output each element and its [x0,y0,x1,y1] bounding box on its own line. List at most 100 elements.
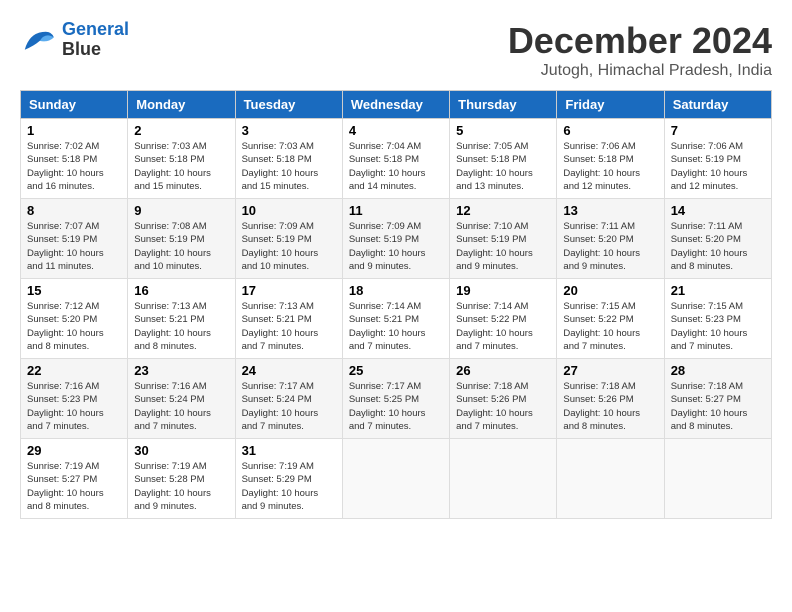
weekday-header: Saturday [664,91,771,119]
day-number: 19 [456,283,550,298]
day-number: 26 [456,363,550,378]
calendar-cell: 25 Sunrise: 7:17 AM Sunset: 5:25 PM Dayli… [342,359,449,439]
location: Jutogh, Himachal Pradesh, India [508,62,772,80]
day-number: 24 [242,363,336,378]
day-info: Sunrise: 7:18 AM Sunset: 5:27 PM Dayligh… [671,380,765,433]
day-number: 14 [671,203,765,218]
day-number: 1 [27,123,121,138]
day-number: 6 [563,123,657,138]
calendar-cell [450,439,557,519]
day-info: Sunrise: 7:03 AM Sunset: 5:18 PM Dayligh… [242,140,336,193]
calendar-cell: 19 Sunrise: 7:14 AM Sunset: 5:22 PM Dayli… [450,279,557,359]
calendar-cell: 4Sunrise: 7:04 AM Sunset: 5:18 PM Daylig… [342,119,449,199]
logo: General Blue [20,20,129,60]
day-info: Sunrise: 7:14 AM Sunset: 5:21 PM Dayligh… [349,300,443,353]
calendar-week-row: 1 Sunrise: 7:02 AM Sunset: 5:18 PM Daylig… [21,119,772,199]
day-info: Sunrise: 7:17 AM Sunset: 5:25 PM Dayligh… [349,380,443,433]
day-info: Sunrise: 7:09 AM Sunset: 5:19 PM Dayligh… [349,220,443,273]
day-info: Sunrise: 7:13 AM Sunset: 5:21 PM Dayligh… [242,300,336,353]
day-number: 22 [27,363,121,378]
calendar-cell: 6 Sunrise: 7:06 AM Sunset: 5:18 PM Daylig… [557,119,664,199]
day-info: Sunrise: 7:15 AM Sunset: 5:23 PM Dayligh… [671,300,765,353]
day-number: 25 [349,363,443,378]
calendar-header-row: SundayMondayTuesdayWednesdayThursdayFrid… [21,91,772,119]
day-number: 12 [456,203,550,218]
day-info: Sunrise: 7:10 AM Sunset: 5:19 PM Dayligh… [456,220,550,273]
day-info: Sunrise: 7:05 AM Sunset: 5:18 PM Dayligh… [456,140,550,193]
month-title: December 2024 [508,20,772,62]
day-number: 2 [134,123,228,138]
calendar-cell: 14 Sunrise: 7:11 AM Sunset: 5:20 PM Dayli… [664,199,771,279]
day-number: 8 [27,203,121,218]
calendar-week-row: 8 Sunrise: 7:07 AM Sunset: 5:19 PM Daylig… [21,199,772,279]
day-number: 9 [134,203,228,218]
day-info: Sunrise: 7:13 AM Sunset: 5:21 PM Dayligh… [134,300,228,353]
calendar-cell: 27Sunrise: 7:18 AM Sunset: 5:26 PM Dayli… [557,359,664,439]
calendar-cell [342,439,449,519]
calendar-cell: 31 Sunrise: 7:19 AM Sunset: 5:29 PM Dayli… [235,439,342,519]
day-number: 28 [671,363,765,378]
day-info: Sunrise: 7:11 AM Sunset: 5:20 PM Dayligh… [563,220,657,273]
calendar-cell: 29Sunrise: 7:19 AM Sunset: 5:27 PM Dayli… [21,439,128,519]
calendar-cell: 17 Sunrise: 7:13 AM Sunset: 5:21 PM Dayli… [235,279,342,359]
day-info: Sunrise: 7:17 AM Sunset: 5:24 PM Dayligh… [242,380,336,433]
day-info: Sunrise: 7:03 AM Sunset: 5:18 PM Dayligh… [134,140,228,193]
weekday-header: Monday [128,91,235,119]
day-number: 18 [349,283,443,298]
calendar-cell: 18 Sunrise: 7:14 AM Sunset: 5:21 PM Dayli… [342,279,449,359]
day-number: 31 [242,443,336,458]
calendar-cell [557,439,664,519]
day-number: 21 [671,283,765,298]
day-info: Sunrise: 7:08 AM Sunset: 5:19 PM Dayligh… [134,220,228,273]
calendar-cell: 15 Sunrise: 7:12 AM Sunset: 5:20 PM Dayli… [21,279,128,359]
day-info: Sunrise: 7:18 AM Sunset: 5:26 PM Dayligh… [456,380,550,433]
day-info: Sunrise: 7:16 AM Sunset: 5:24 PM Dayligh… [134,380,228,433]
day-info: Sunrise: 7:19 AM Sunset: 5:28 PM Dayligh… [134,460,228,513]
day-info: Sunrise: 7:02 AM Sunset: 5:18 PM Dayligh… [27,140,121,193]
calendar-cell: 9 Sunrise: 7:08 AM Sunset: 5:19 PM Daylig… [128,199,235,279]
day-number: 11 [349,203,443,218]
day-info: Sunrise: 7:16 AM Sunset: 5:23 PM Dayligh… [27,380,121,433]
day-info: Sunrise: 7:12 AM Sunset: 5:20 PM Dayligh… [27,300,121,353]
calendar-week-row: 22 Sunrise: 7:16 AM Sunset: 5:23 PM Dayli… [21,359,772,439]
calendar-cell: 20 Sunrise: 7:15 AM Sunset: 5:22 PM Dayli… [557,279,664,359]
day-number: 15 [27,283,121,298]
day-info: Sunrise: 7:19 AM Sunset: 5:29 PM Dayligh… [242,460,336,513]
calendar-cell: 30 Sunrise: 7:19 AM Sunset: 5:28 PM Dayli… [128,439,235,519]
calendar-cell: 23 Sunrise: 7:16 AM Sunset: 5:24 PM Dayli… [128,359,235,439]
day-info: Sunrise: 7:09 AM Sunset: 5:19 PM Dayligh… [242,220,336,273]
day-number: 20 [563,283,657,298]
day-info: Sunrise: 7:06 AM Sunset: 5:19 PM Dayligh… [671,140,765,193]
calendar-cell: 22 Sunrise: 7:16 AM Sunset: 5:23 PM Dayli… [21,359,128,439]
calendar-cell: 13 Sunrise: 7:11 AM Sunset: 5:20 PM Dayli… [557,199,664,279]
logo-icon [20,25,56,55]
day-number: 29 [27,443,121,458]
page-header: General Blue December 2024 Jutogh, Himac… [20,20,772,80]
calendar-cell: 12 Sunrise: 7:10 AM Sunset: 5:19 PM Dayli… [450,199,557,279]
calendar-cell: 11 Sunrise: 7:09 AM Sunset: 5:19 PM Dayli… [342,199,449,279]
day-info: Sunrise: 7:07 AM Sunset: 5:19 PM Dayligh… [27,220,121,273]
calendar-cell: 21 Sunrise: 7:15 AM Sunset: 5:23 PM Dayli… [664,279,771,359]
weekday-header: Friday [557,91,664,119]
day-info: Sunrise: 7:11 AM Sunset: 5:20 PM Dayligh… [671,220,765,273]
day-number: 5 [456,123,550,138]
day-number: 17 [242,283,336,298]
day-info: Sunrise: 7:15 AM Sunset: 5:22 PM Dayligh… [563,300,657,353]
calendar-cell: 8 Sunrise: 7:07 AM Sunset: 5:19 PM Daylig… [21,199,128,279]
day-number: 23 [134,363,228,378]
day-number: 13 [563,203,657,218]
day-number: 30 [134,443,228,458]
calendar-cell: 1 Sunrise: 7:02 AM Sunset: 5:18 PM Daylig… [21,119,128,199]
calendar-week-row: 29Sunrise: 7:19 AM Sunset: 5:27 PM Dayli… [21,439,772,519]
title-block: December 2024 Jutogh, Himachal Pradesh, … [508,20,772,80]
day-number: 16 [134,283,228,298]
calendar-cell: 10 Sunrise: 7:09 AM Sunset: 5:19 PM Dayli… [235,199,342,279]
weekday-header: Wednesday [342,91,449,119]
day-info: Sunrise: 7:06 AM Sunset: 5:18 PM Dayligh… [563,140,657,193]
day-number: 10 [242,203,336,218]
weekday-header: Tuesday [235,91,342,119]
day-info: Sunrise: 7:14 AM Sunset: 5:22 PM Dayligh… [456,300,550,353]
weekday-header: Thursday [450,91,557,119]
calendar-cell: 5 Sunrise: 7:05 AM Sunset: 5:18 PM Daylig… [450,119,557,199]
day-info: Sunrise: 7:18 AM Sunset: 5:26 PM Dayligh… [563,380,657,433]
